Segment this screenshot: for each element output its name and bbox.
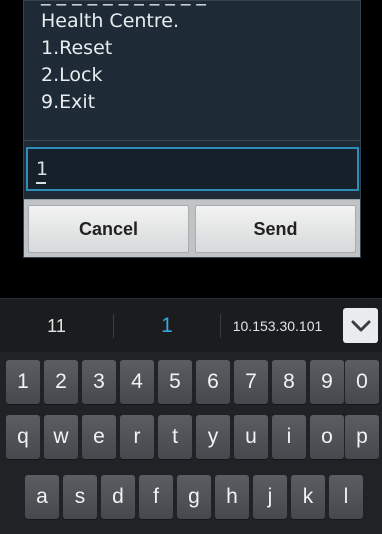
key-e[interactable]: e [82,415,116,459]
screen: _ _ _ _ _ _ _ _ _ _ _ Health Centre. 1.R… [0,0,382,534]
key-a[interactable]: a [25,475,59,519]
key-l[interactable]: l [329,475,363,519]
message-area: _ _ _ _ _ _ _ _ _ _ _ Health Centre. 1.R… [24,1,360,141]
cancel-button[interactable]: Cancel [28,205,189,253]
text-cursor [36,182,46,184]
key-4[interactable]: 4 [120,360,154,404]
key-k[interactable]: k [291,475,325,519]
reply-input[interactable]: 1 [26,147,359,191]
key-0[interactable]: 0 [345,360,379,404]
chevron-down-icon [351,320,370,331]
key-q[interactable]: q [6,415,40,459]
send-button[interactable]: Send [195,205,356,253]
key-j[interactable]: j [253,475,287,519]
key-h[interactable]: h [215,475,249,519]
message-option-lock: 2.Lock [41,64,103,86]
ussd-dialog: _ _ _ _ _ _ _ _ _ _ _ Health Centre. 1.R… [23,0,361,258]
suggestion-1[interactable]: 11 [0,299,113,353]
key-3[interactable]: 3 [82,360,116,404]
key-1[interactable]: 1 [6,360,40,404]
key-p[interactable]: p [345,415,379,459]
key-w[interactable]: w [44,415,78,459]
dialog-button-row: Cancel Send [24,199,360,257]
key-i[interactable]: i [272,415,306,459]
key-d[interactable]: d [101,475,135,519]
message-option-reset: 1.Reset [41,37,113,59]
key-s[interactable]: s [63,475,97,519]
message-option-exit: 9.Exit [41,91,96,113]
reply-input-value: 1 [36,158,49,180]
key-8[interactable]: 8 [272,360,306,404]
suggestion-2[interactable]: 1 [115,299,219,353]
key-2[interactable]: 2 [44,360,78,404]
key-u[interactable]: u [234,415,268,459]
key-f[interactable]: f [139,475,173,519]
suggestion-divider [113,314,114,338]
key-r[interactable]: r [120,415,154,459]
message-line: Health Centre. [41,10,180,32]
key-t[interactable]: t [158,415,192,459]
key-5[interactable]: 5 [158,360,192,404]
key-6[interactable]: 6 [196,360,230,404]
collapse-keyboard-button[interactable] [343,308,378,343]
suggestion-strip: 11 1 10.153.30.101 [0,298,382,352]
key-9[interactable]: 9 [310,360,344,404]
key-g[interactable]: g [177,475,211,519]
key-y[interactable]: y [196,415,230,459]
key-7[interactable]: 7 [234,360,268,404]
keyboard: 1 2 3 4 5 6 7 8 9 0 q w e r t y u i o p … [0,352,382,534]
suggestion-3[interactable]: 10.153.30.101 [221,299,334,353]
key-o[interactable]: o [310,415,344,459]
